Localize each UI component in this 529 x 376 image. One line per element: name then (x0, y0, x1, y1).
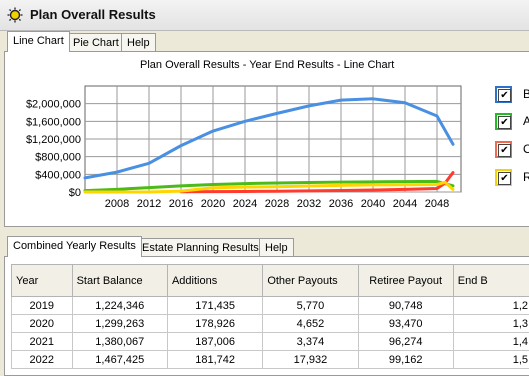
x-tick-label: 2016 (169, 198, 193, 210)
cell-additions: 171,435 (167, 297, 262, 315)
x-tick-label: 2012 (137, 198, 161, 210)
line-chart-panel: Plan Overall Results - Year End Results … (4, 51, 529, 227)
chart-tab-bar: Line Chart Pie Chart Help (0, 31, 529, 53)
legend-swatch-o: ✔ (495, 141, 512, 158)
legend-item-o[interactable]: ✔ O (495, 141, 529, 163)
checkbox-checked-icon[interactable]: ✔ (498, 116, 511, 129)
tab-estate-planning-results[interactable]: Estate Planning Results (136, 238, 265, 256)
column-header-end-balance[interactable]: End B (453, 265, 529, 297)
cell-year: 2021 (12, 333, 73, 351)
cell-start-balance: 1,467,425 (72, 351, 167, 369)
y-tick-label: $800,000 (35, 152, 81, 164)
cell-start-balance: 1,380,067 (72, 333, 167, 351)
table-header-row: Year Start Balance Additions Other Payou… (12, 265, 529, 297)
column-header-start-balance[interactable]: Start Balance (72, 265, 167, 297)
column-header-retiree-payout[interactable]: Retiree Payout (358, 265, 453, 297)
checkbox-checked-icon[interactable]: ✔ (498, 89, 511, 102)
results-table: Year Start Balance Additions Other Payou… (11, 264, 529, 369)
tab-line-chart[interactable]: Line Chart (7, 31, 70, 52)
legend-swatch-r: ✔ (495, 169, 512, 186)
x-tick-label: 2028 (265, 198, 289, 210)
y-tick-label: $0 (69, 187, 81, 199)
title-bar: Plan Overall Results (0, 0, 529, 31)
legend-label-b: B (523, 87, 529, 101)
x-tick-label: 2040 (361, 198, 385, 210)
cell-additions: 187,006 (167, 333, 262, 351)
column-header-other-payouts[interactable]: Other Payouts (263, 265, 358, 297)
y-tick-label: $1,200,000 (26, 134, 81, 146)
y-tick-label: $2,000,000 (26, 99, 81, 111)
cell-additions: 181,742 (167, 351, 262, 369)
cell-other-payouts: 5,770 (263, 297, 358, 315)
tab-help[interactable]: Help (259, 238, 294, 256)
cell-year: 2019 (12, 297, 73, 315)
legend-item-r[interactable]: ✔ R (495, 169, 529, 191)
cell-end-balance: 1,4 (453, 333, 529, 351)
x-tick-label: 2008 (105, 198, 129, 210)
tab-pie-chart[interactable]: Pie Chart (67, 33, 125, 51)
cell-other-payouts: 4,652 (263, 315, 358, 333)
x-tick-label: 2032 (297, 198, 321, 210)
sun-icon (7, 7, 23, 23)
column-header-additions[interactable]: Additions (167, 265, 262, 297)
column-header-year[interactable]: Year (12, 265, 73, 297)
cell-end-balance: 1,2 (453, 297, 529, 315)
tab-help[interactable]: Help (121, 33, 156, 51)
cell-year: 2022 (12, 351, 73, 369)
results-tab-bar: Combined Yearly Results Estate Planning … (0, 236, 529, 258)
cell-retiree-payout: 93,470 (358, 315, 453, 333)
cell-other-payouts: 17,932 (263, 351, 358, 369)
x-tick-label: 2024 (233, 198, 257, 210)
cell-retiree-payout: 90,748 (358, 297, 453, 315)
x-tick-label: 2036 (329, 198, 353, 210)
table-row[interactable]: 2019 1,224,346 171,435 5,770 90,748 1,2 (12, 297, 529, 315)
y-tick-label: $400,000 (35, 169, 81, 181)
results-table-panel: Year Start Balance Additions Other Payou… (4, 256, 529, 376)
cell-year: 2020 (12, 315, 73, 333)
table-row[interactable]: 2022 1,467,425 181,742 17,932 99,162 1,5 (12, 351, 529, 369)
cell-start-balance: 1,224,346 (72, 297, 167, 315)
table-row[interactable]: 2020 1,299,263 178,926 4,652 93,470 1,3 (12, 315, 529, 333)
legend-label-a: A (523, 114, 529, 128)
y-tick-label: $1,600,000 (26, 116, 81, 128)
cell-retiree-payout: 96,274 (358, 333, 453, 351)
table-row[interactable]: 2021 1,380,067 187,006 3,374 96,274 1,4 (12, 333, 529, 351)
cell-retiree-payout: 99,162 (358, 351, 453, 369)
x-tick-label: 2048 (425, 198, 449, 210)
checkbox-checked-icon[interactable]: ✔ (498, 144, 511, 157)
cell-start-balance: 1,299,263 (72, 315, 167, 333)
legend-swatch-b: ✔ (495, 86, 512, 103)
line-chart: 2008 2012 2016 2020 2024 2028 2032 2036 2040 2044… (5, 52, 475, 222)
tab-combined-yearly-results[interactable]: Combined Yearly Results (7, 236, 142, 257)
window-title: Plan Overall Results (30, 7, 156, 22)
legend-label-o: O (523, 142, 529, 156)
x-tick-label: 2020 (201, 198, 225, 210)
x-tick-label: 2044 (393, 198, 417, 210)
cell-end-balance: 1,3 (453, 315, 529, 333)
legend-swatch-a: ✔ (495, 113, 512, 130)
legend-item-b[interactable]: ✔ B (495, 86, 529, 108)
cell-end-balance: 1,5 (453, 351, 529, 369)
cell-other-payouts: 3,374 (263, 333, 358, 351)
cell-additions: 178,926 (167, 315, 262, 333)
legend-item-a[interactable]: ✔ A (495, 113, 529, 135)
checkbox-checked-icon[interactable]: ✔ (498, 172, 511, 185)
legend-label-r: R (523, 170, 529, 184)
